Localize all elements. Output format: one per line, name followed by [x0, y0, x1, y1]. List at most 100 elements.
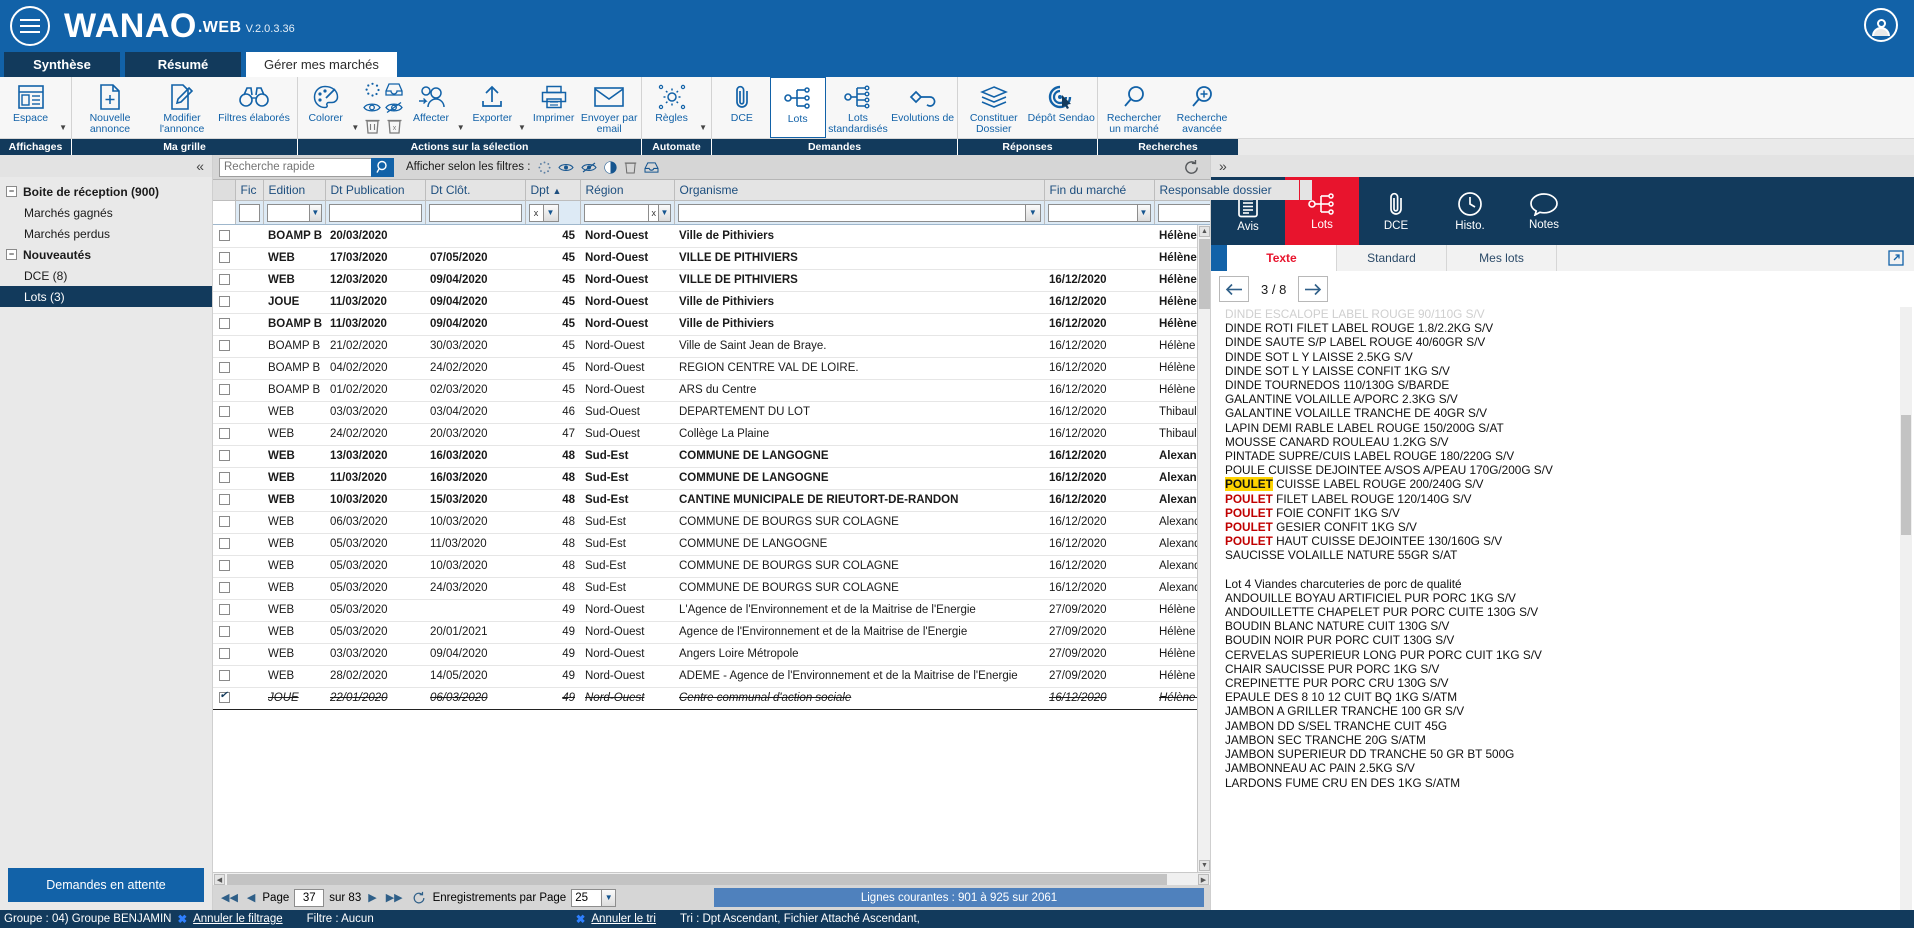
clear-filter-x-icon[interactable]: ✖	[177, 912, 187, 926]
clear-sort-x-icon[interactable]: ✖	[576, 912, 586, 926]
ribbon-button-nouvelle-annonce[interactable]: Nouvelle annonce	[74, 77, 146, 138]
header-organisme[interactable]: Organisme	[674, 180, 1045, 201]
reload-icon[interactable]	[410, 891, 428, 905]
sidebar-item-lots[interactable]: Lots (3)	[0, 286, 212, 307]
row-checkbox[interactable]	[218, 516, 230, 528]
hscroll-thumb[interactable]	[227, 874, 1167, 885]
clear-filter-dpt-icon[interactable]: x	[528, 203, 543, 222]
last-page-icon[interactable]: ▶▶	[384, 891, 405, 904]
row-checkbox-cell[interactable]	[213, 313, 235, 336]
row-checkbox-cell[interactable]	[213, 489, 235, 512]
row-checkbox[interactable]	[218, 362, 230, 374]
chevron-down-icon-regles[interactable]: ▼	[699, 123, 707, 132]
row-checkbox[interactable]	[218, 252, 230, 264]
trash-icon[interactable]	[365, 117, 380, 134]
table-row[interactable]: WEB 28/02/2020 14/05/2020 49 Nord-Ouest ADEME…	[213, 665, 1197, 688]
eye-off-icon[interactable]	[385, 101, 404, 114]
row-checkbox-cell[interactable]	[213, 643, 235, 666]
rp-vertical-scrollbar[interactable]	[1900, 307, 1912, 910]
cancel-sort-link[interactable]: Annuler le tri	[591, 913, 656, 925]
row-checkbox-cell[interactable]	[213, 423, 235, 446]
demandes-en-attente-button[interactable]: Demandes en attente	[8, 868, 204, 902]
arrow-left-icon[interactable]	[1219, 276, 1249, 302]
row-checkbox-cell[interactable]	[213, 599, 235, 622]
lots-text-content[interactable]: DINDE ESCALOPE LABEL ROUGE 90/110G S/V DI…	[1211, 307, 1914, 910]
chevron-down-icon-region[interactable]: ▼	[658, 203, 671, 222]
header-dpt[interactable]: Dpt ▲	[525, 180, 581, 201]
grid-horizontal-scrollbar[interactable]: ◀ ▶	[213, 872, 1210, 885]
row-checkbox-cell[interactable]	[213, 445, 235, 468]
row-checkbox-cell[interactable]	[213, 225, 235, 248]
header-dt-clot[interactable]: Dt Clôt.	[425, 180, 526, 201]
rp-subtab-texte[interactable]: Texte	[1227, 245, 1337, 271]
table-row[interactable]: BOAMP B 20/03/2020 45 Nord-Ouest Ville de Pi…	[213, 225, 1197, 248]
sidebar-item-nouveautes[interactable]: − Nouveautés	[0, 244, 212, 265]
row-checkbox-cell[interactable]	[213, 686, 235, 710]
table-row[interactable]: WEB 03/03/2020 09/04/2020 49 Nord-Ouest Anger…	[213, 643, 1197, 666]
table-row[interactable]: WEB 24/02/2020 20/03/2020 47 Sud-Ouest Collèg…	[213, 423, 1197, 446]
grid-vertical-scrollbar[interactable]: ▲ ▼	[1197, 225, 1210, 872]
next-page-icon[interactable]: ▶	[366, 891, 378, 904]
row-checkbox[interactable]	[218, 494, 230, 506]
ribbon-button-rechercher-marche[interactable]: Rechercher un marché	[1100, 77, 1168, 138]
table-row[interactable]: JOUE22/01/202006/03/202049Nord-OuestCent…	[213, 686, 1197, 710]
table-row[interactable]: WEB 05/03/2020 10/03/2020 48 Sud-Est COMMUNE …	[213, 555, 1197, 578]
user-account-icon[interactable]	[1864, 8, 1898, 42]
row-checkbox[interactable]	[218, 340, 230, 352]
row-checkbox[interactable]	[218, 296, 230, 308]
ribbon-button-regles[interactable]: Règles	[644, 77, 699, 138]
ribbon-button-lots-standardises[interactable]: Lots standardisés	[826, 77, 891, 138]
scroll-up-arrow-icon[interactable]: ▲	[1199, 226, 1210, 237]
trash-x-icon[interactable]: x	[387, 117, 402, 134]
row-checkbox-cell[interactable]	[213, 335, 235, 358]
table-row[interactable]: WEB 05/03/2020 20/01/2021 49 Nord-Ouest Agenc…	[213, 621, 1197, 644]
row-checkbox-cell[interactable]	[213, 533, 235, 556]
refresh-icon[interactable]	[1183, 159, 1200, 176]
chevron-down-icon-edition[interactable]: ▼	[309, 203, 322, 222]
row-checkbox-cell[interactable]	[213, 357, 235, 380]
sidebar-item-marches-perdus[interactable]: Marchés perdus	[0, 223, 212, 244]
row-checkbox-cell[interactable]	[213, 511, 235, 534]
ribbon-button-modifier-annonce[interactable]: Modifier l'annonce	[146, 77, 218, 138]
chevron-down-icon-dpt[interactable]: ▼	[542, 203, 559, 222]
chevron-down-icon-exporter[interactable]: ▼	[518, 123, 526, 132]
trash-icon[interactable]	[624, 160, 637, 174]
filter-input-fichier[interactable]	[238, 203, 260, 222]
rp-tab-notes[interactable]: Notes	[1507, 177, 1581, 245]
chevron-down-icon-organisme[interactable]: ▼	[1025, 203, 1041, 222]
row-checkbox-cell[interactable]	[213, 555, 235, 578]
scroll-left-arrow-icon[interactable]: ◀	[214, 874, 225, 885]
chevron-down-icon-per-page[interactable]: ▼	[601, 888, 617, 907]
filter-input-organisme[interactable]	[677, 203, 1026, 222]
filter-input-dt-clot[interactable]	[428, 203, 522, 222]
row-checkbox-cell[interactable]	[213, 577, 235, 600]
rp-tab-histo[interactable]: Histo.	[1433, 177, 1507, 245]
header-select-all[interactable]	[213, 180, 236, 201]
row-checkbox[interactable]	[218, 428, 230, 440]
table-row[interactable]: JOUE 11/03/2020 09/04/2020 45 Nord-Ouest Vill…	[213, 291, 1197, 314]
external-link-icon[interactable]	[1888, 250, 1904, 266]
row-checkbox[interactable]	[218, 648, 230, 660]
inbox-icon[interactable]	[644, 161, 659, 174]
sidebar-item-dce[interactable]: DCE (8)	[0, 265, 212, 286]
row-checkbox[interactable]	[218, 384, 230, 396]
rp-subtab-mes-lots[interactable]: Mes lots	[1447, 245, 1557, 271]
loading-dots-icon[interactable]	[538, 161, 551, 174]
search-input[interactable]	[219, 157, 371, 177]
ribbon-button-lots[interactable]: Lots	[769, 77, 826, 138]
table-row[interactable]: WEB 17/03/2020 07/05/2020 45 Nord-Ouest VILLE…	[213, 247, 1197, 270]
tab-gerer-mes-marches[interactable]: Gérer mes marchés	[246, 52, 397, 77]
table-row[interactable]: WEB 13/03/2020 16/03/2020 48 Sud-Est COMMUNE …	[213, 445, 1197, 468]
table-row[interactable]: WEB 05/03/2020 11/03/2020 48 Sud-Est COMMUNE …	[213, 533, 1197, 556]
row-checkbox[interactable]	[218, 690, 230, 704]
clear-filter-region-icon[interactable]: x	[648, 203, 659, 222]
table-row[interactable]: WEB 05/03/2020 49 Nord-Ouest L'Agence de l'E…	[213, 599, 1197, 622]
ribbon-button-colorer[interactable]: Colorer	[300, 77, 351, 138]
ribbon-button-exporter[interactable]: Exporter	[467, 77, 518, 138]
eye-icon[interactable]	[558, 162, 575, 173]
ribbon-button-depot-sendao[interactable]: Dépôt Sendao	[1028, 77, 1096, 138]
eye-off-icon[interactable]	[581, 162, 598, 173]
row-checkbox[interactable]	[218, 538, 230, 550]
table-row[interactable]: WEB 05/03/2020 24/03/2020 48 Sud-Est COMMUNE …	[213, 577, 1197, 600]
filter-input-region[interactable]	[583, 203, 649, 222]
